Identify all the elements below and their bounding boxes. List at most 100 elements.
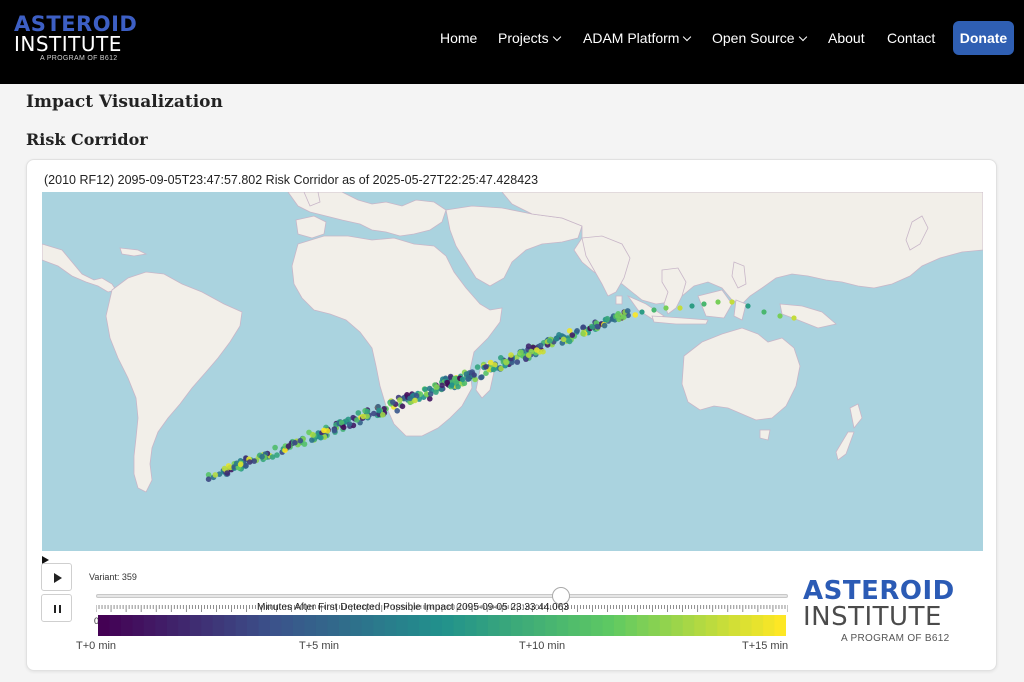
nav-about[interactable]: About bbox=[828, 28, 865, 48]
colorbar-segment bbox=[487, 615, 500, 636]
impact-point bbox=[574, 328, 580, 334]
colorbar-segment bbox=[407, 615, 420, 636]
colorbar-segment bbox=[671, 615, 684, 636]
land-australia bbox=[681, 327, 801, 421]
impact-point bbox=[663, 305, 669, 311]
colorbar-segment bbox=[201, 615, 214, 636]
land-central-america bbox=[42, 243, 117, 293]
footer-logo-tagline: A PROGRAM OF B612 bbox=[841, 633, 950, 644]
impact-point bbox=[390, 399, 396, 405]
impact-point bbox=[407, 395, 413, 402]
impact-point bbox=[340, 424, 347, 431]
colorbar-segment bbox=[556, 615, 569, 636]
impact-point bbox=[272, 444, 278, 451]
colorbar-segment bbox=[442, 615, 455, 636]
impact-point bbox=[490, 366, 497, 373]
logo-tagline: A PROGRAM OF B612 bbox=[40, 55, 118, 62]
impact-point bbox=[292, 439, 298, 446]
impact-point bbox=[677, 305, 683, 311]
impact-point bbox=[534, 347, 540, 353]
colorbar bbox=[98, 615, 786, 636]
impact-point bbox=[297, 437, 304, 444]
nav-open-source-label: Open Source bbox=[712, 30, 795, 46]
impact-point bbox=[761, 309, 767, 315]
impact-point bbox=[331, 427, 338, 434]
nav-adam-platform[interactable]: ADAM Platform bbox=[583, 28, 692, 48]
nav-open-source[interactable]: Open Source bbox=[712, 28, 807, 48]
impact-point bbox=[580, 324, 587, 330]
land-sri-lanka bbox=[615, 295, 623, 305]
colorbar-segment bbox=[568, 615, 581, 636]
impact-point bbox=[345, 416, 352, 423]
pause-button[interactable] bbox=[41, 594, 72, 622]
page-title: Impact Visualization bbox=[26, 92, 223, 112]
impact-point bbox=[546, 338, 553, 344]
impact-point bbox=[777, 313, 783, 319]
nav-home[interactable]: Home bbox=[440, 28, 477, 48]
land-tasmania bbox=[759, 429, 771, 441]
impact-point bbox=[205, 476, 212, 483]
nav-projects[interactable]: Projects bbox=[498, 28, 561, 48]
impact-point bbox=[518, 349, 524, 355]
colorbar-segment bbox=[235, 615, 248, 636]
impact-point bbox=[310, 432, 316, 438]
nav-home-label: Home bbox=[440, 30, 478, 46]
time-slider-track[interactable] bbox=[96, 594, 788, 598]
impact-point bbox=[589, 324, 595, 330]
donate-button[interactable]: Donate bbox=[953, 21, 1014, 55]
impact-point bbox=[601, 322, 608, 329]
land-new-zealand bbox=[835, 403, 863, 461]
impact-point bbox=[604, 315, 611, 322]
impact-point bbox=[483, 364, 489, 370]
impact-point bbox=[487, 359, 494, 366]
impact-point bbox=[364, 408, 371, 415]
footer-logo-line2: INSTITUTE bbox=[803, 602, 942, 632]
colorbar-segment bbox=[270, 615, 283, 636]
impact-point bbox=[371, 410, 377, 417]
nav-adam-label: ADAM Platform bbox=[583, 30, 680, 46]
colorbar-segment bbox=[614, 615, 627, 636]
impact-point bbox=[514, 359, 521, 365]
play-button[interactable] bbox=[41, 563, 72, 591]
colorbar-segment bbox=[224, 615, 237, 636]
impact-point bbox=[399, 403, 406, 410]
asteroid-institute-footer-logo: ASTEROID INSTITUTE A PROGRAM OF B612 bbox=[803, 577, 978, 652]
colorbar-segment bbox=[430, 615, 443, 636]
colorbar-segment bbox=[636, 615, 649, 636]
colorbar-segment bbox=[499, 615, 512, 636]
colorbar-segment bbox=[419, 615, 432, 636]
colorbar-segment bbox=[212, 615, 225, 636]
impact-point bbox=[478, 374, 484, 381]
impact-point bbox=[474, 364, 481, 370]
impact-point bbox=[745, 303, 751, 309]
colorbar-tick-5: T+5 min bbox=[299, 640, 340, 652]
plot-title: (2010 RF12) 2095-09-05T23:47:57.802 Risk… bbox=[44, 173, 539, 187]
colorbar-segment bbox=[292, 615, 305, 636]
land-iberia bbox=[295, 215, 327, 239]
impact-point bbox=[525, 343, 532, 349]
colorbar-segment bbox=[109, 615, 122, 636]
slider-label: Minutes After First Detected Possible Im… bbox=[257, 602, 569, 613]
impact-point bbox=[318, 434, 324, 441]
impact-point bbox=[427, 391, 434, 397]
colorbar-segment bbox=[304, 615, 317, 636]
risk-corridor-map[interactable] bbox=[42, 192, 983, 551]
colorbar-segment bbox=[602, 615, 615, 636]
colorbar-segment bbox=[705, 615, 718, 636]
impact-point bbox=[791, 315, 797, 321]
impact-point bbox=[569, 332, 576, 338]
top-navbar: ASTEROID INSTITUTE A PROGRAM OF B612 Hom… bbox=[0, 0, 1024, 84]
nav-contact[interactable]: Contact bbox=[887, 28, 935, 48]
impact-point bbox=[537, 342, 544, 349]
impact-point bbox=[427, 396, 433, 402]
impact-point bbox=[355, 410, 362, 416]
colorbar-segment bbox=[178, 615, 191, 636]
colorbar-segment bbox=[774, 615, 786, 636]
asteroid-institute-logo[interactable]: ASTEROID INSTITUTE A PROGRAM OF B612 bbox=[14, 14, 137, 64]
colorbar-segment bbox=[143, 615, 156, 636]
colorbar-segment bbox=[591, 615, 604, 636]
colorbar-segment bbox=[763, 615, 776, 636]
impact-point bbox=[426, 385, 433, 392]
colorbar-segment bbox=[510, 615, 523, 636]
nav-contact-label: Contact bbox=[887, 30, 936, 46]
